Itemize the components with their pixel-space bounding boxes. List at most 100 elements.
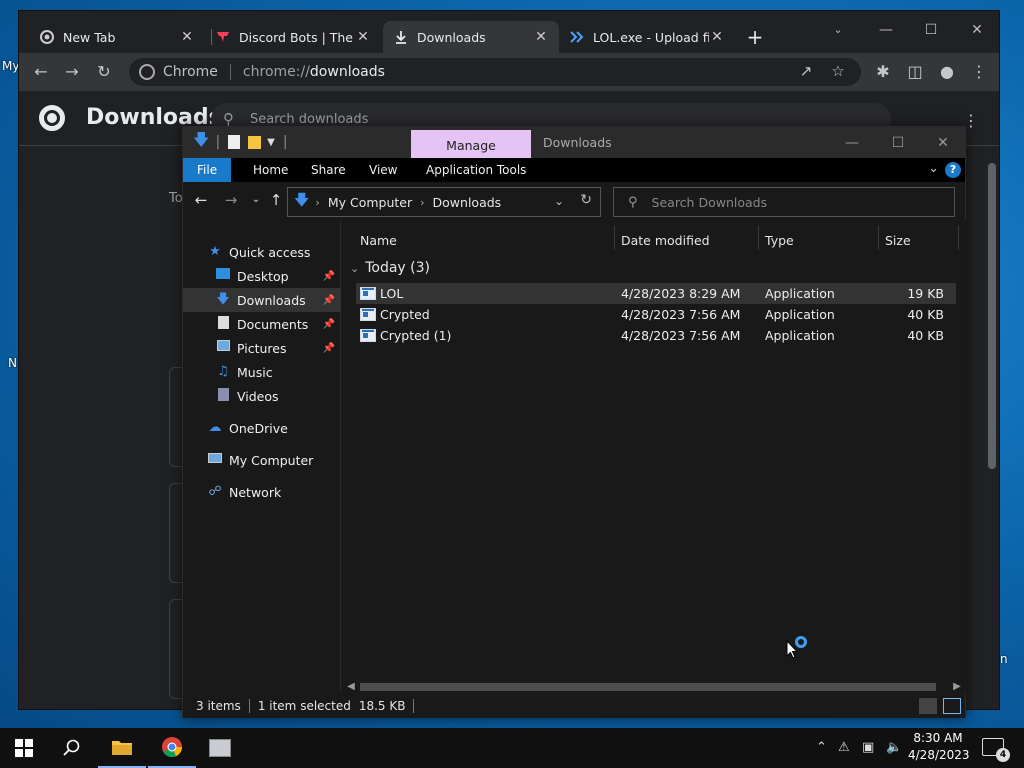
minimize-icon[interactable]: — [829,130,875,156]
desktop-icon-label[interactable]: My [2,59,19,73]
profile-icon[interactable]: ● [935,61,959,83]
column-divider[interactable] [758,226,759,250]
breadcrumb-downloads[interactable]: Downloads [433,195,502,210]
start-button[interactable] [0,728,48,768]
nav-item-quick-access[interactable]: ★ Quick access [183,240,341,264]
side-panel-icon[interactable]: ◫ [903,61,927,83]
forward-icon[interactable]: → [220,191,242,209]
chevron-right-icon[interactable]: › [315,196,319,209]
explorer-search-input[interactable]: ⚲ Search Downloads [613,187,955,217]
address-dropdown-icon[interactable]: ⌄ [554,194,564,208]
column-divider[interactable] [958,226,959,250]
tab-discord-bots[interactable]: Discord Bots | The # ✕ [205,21,381,53]
up-icon[interactable]: ↑ [265,191,287,209]
security-icon[interactable]: ⚠ [838,740,850,755]
column-divider[interactable] [614,226,615,250]
nav-item-pictures[interactable]: Pictures 📌 [183,336,341,360]
nav-item-documents[interactable]: Documents 📌 [183,312,341,336]
close-icon[interactable]: ✕ [179,29,195,45]
notification-center-icon[interactable]: 4 [982,738,1010,762]
minimize-icon[interactable]: — [863,17,909,43]
pin-icon[interactable]: 📌 [323,295,335,306]
column-header-size[interactable]: Size [885,230,911,252]
recent-locations-icon[interactable]: ⌄ [245,194,267,205]
nav-item-downloads[interactable]: 🡇 Downloads 📌 [183,288,341,312]
large-icons-view-icon[interactable] [943,698,961,714]
share-icon[interactable]: ↗ [795,62,817,80]
file-row-crypted-1[interactable]: Crypted (1) 4/28/2023 7:56 AM Applicatio… [356,325,956,346]
tab-new-tab[interactable]: New Tab ✕ [29,21,205,53]
desktop-icon-label[interactable]: n [1000,652,1008,666]
chevron-right-icon[interactable]: › [420,196,424,209]
details-view-icon[interactable] [919,698,937,714]
desktop-icon-label[interactable]: N [8,356,17,370]
scrollbar-thumb[interactable] [988,163,996,469]
taskbar-file-explorer[interactable] [98,728,146,768]
windows-icon [15,739,33,757]
nav-item-desktop[interactable]: Desktop 📌 [183,264,341,288]
manage-contextual-tab[interactable]: Manage [411,130,531,158]
pin-icon[interactable]: 📌 [323,271,335,282]
file-row-lol[interactable]: LOL 4/28/2023 8:29 AM Application 19 KB [356,283,956,304]
tab-home[interactable]: Home [239,158,302,182]
column-header-date-modified[interactable]: Date modified [621,230,710,252]
search-button[interactable] [48,728,96,768]
refresh-icon[interactable]: ↻ [580,192,592,208]
breadcrumb-my-computer[interactable]: My Computer [328,195,412,210]
show-hidden-icons-icon[interactable]: ⌃ [816,740,827,755]
tab-share[interactable]: Share [297,158,360,182]
close-window-icon[interactable]: ✕ [920,130,966,156]
back-icon[interactable]: ← [29,61,53,83]
group-header-today[interactable]: ⌄ Today (3) [350,258,430,278]
taskbar-app[interactable] [196,728,244,768]
maximize-icon[interactable]: ☐ [908,17,954,43]
back-icon[interactable]: ← [190,191,212,209]
tab-lol-upload[interactable]: LOL.exe - Upload file ✕ [559,21,735,53]
expand-ribbon-icon[interactable]: ⌄ [928,161,939,176]
maximize-icon[interactable]: ☐ [875,130,921,156]
tab-application-tools[interactable]: Application Tools [412,158,540,182]
page-scrollbar[interactable] [985,147,999,709]
scrollbar-thumb[interactable] [360,683,936,691]
network-icon[interactable]: ▣ [862,740,874,755]
divider [248,699,250,713]
address-bar[interactable]: 🡇 › My Computer › Downloads ⌄ ↻ [287,187,601,217]
volume-icon[interactable]: 🔈 [886,740,902,755]
close-icon[interactable]: ✕ [533,29,549,45]
new-tab-button[interactable]: + [743,25,767,49]
column-header-name[interactable]: Name [360,230,397,252]
pin-icon[interactable]: 📌 [323,343,335,354]
address-bar[interactable]: Chrome chrome:// downloads ↗ ☆ [129,58,861,86]
tab-search-icon[interactable]: ⌄ [815,17,861,43]
close-window-icon[interactable]: ✕ [954,17,1000,43]
system-clock[interactable]: 8:30 AM 4/28/2023 [908,730,970,764]
reload-icon[interactable]: ↻ [92,61,116,83]
tab-downloads[interactable]: Downloads ✕ [383,21,559,53]
column-divider[interactable] [878,226,879,250]
column-header-type[interactable]: Type [765,230,794,252]
extensions-icon[interactable]: ✱ [871,61,895,83]
nav-item-videos[interactable]: Videos [183,384,341,408]
customize-toolbar-icon[interactable]: ▼ [267,137,275,148]
nav-item-network[interactable]: ☍ Network [183,480,341,504]
file-row-crypted[interactable]: Crypted 4/28/2023 7:56 AM Application 40… [356,304,956,325]
close-icon[interactable]: ✕ [355,29,371,45]
close-icon[interactable]: ✕ [709,29,725,45]
chrome-menu-icon[interactable]: ⋮ [967,61,991,83]
new-folder-icon[interactable] [248,135,262,149]
collapse-group-icon[interactable]: ⌄ [350,262,359,275]
properties-icon[interactable] [228,135,241,149]
forward-icon[interactable]: → [60,61,84,83]
tab-file[interactable]: File [183,158,232,182]
taskbar-chrome[interactable] [148,728,196,768]
pin-icon[interactable]: 📌 [323,319,335,330]
horizontal-scrollbar[interactable]: ◀ ▶ [342,680,966,694]
star-icon[interactable]: ☆ [827,62,849,80]
scroll-left-icon[interactable]: ◀ [344,680,358,694]
nav-item-music[interactable]: ♫ Music [183,360,341,384]
nav-item-my-computer[interactable]: My Computer [183,448,341,472]
scroll-right-icon[interactable]: ▶ [950,680,964,694]
nav-item-onedrive[interactable]: ☁ OneDrive [183,416,341,440]
help-icon[interactable]: ? [945,162,961,178]
tab-view[interactable]: View [355,158,411,182]
